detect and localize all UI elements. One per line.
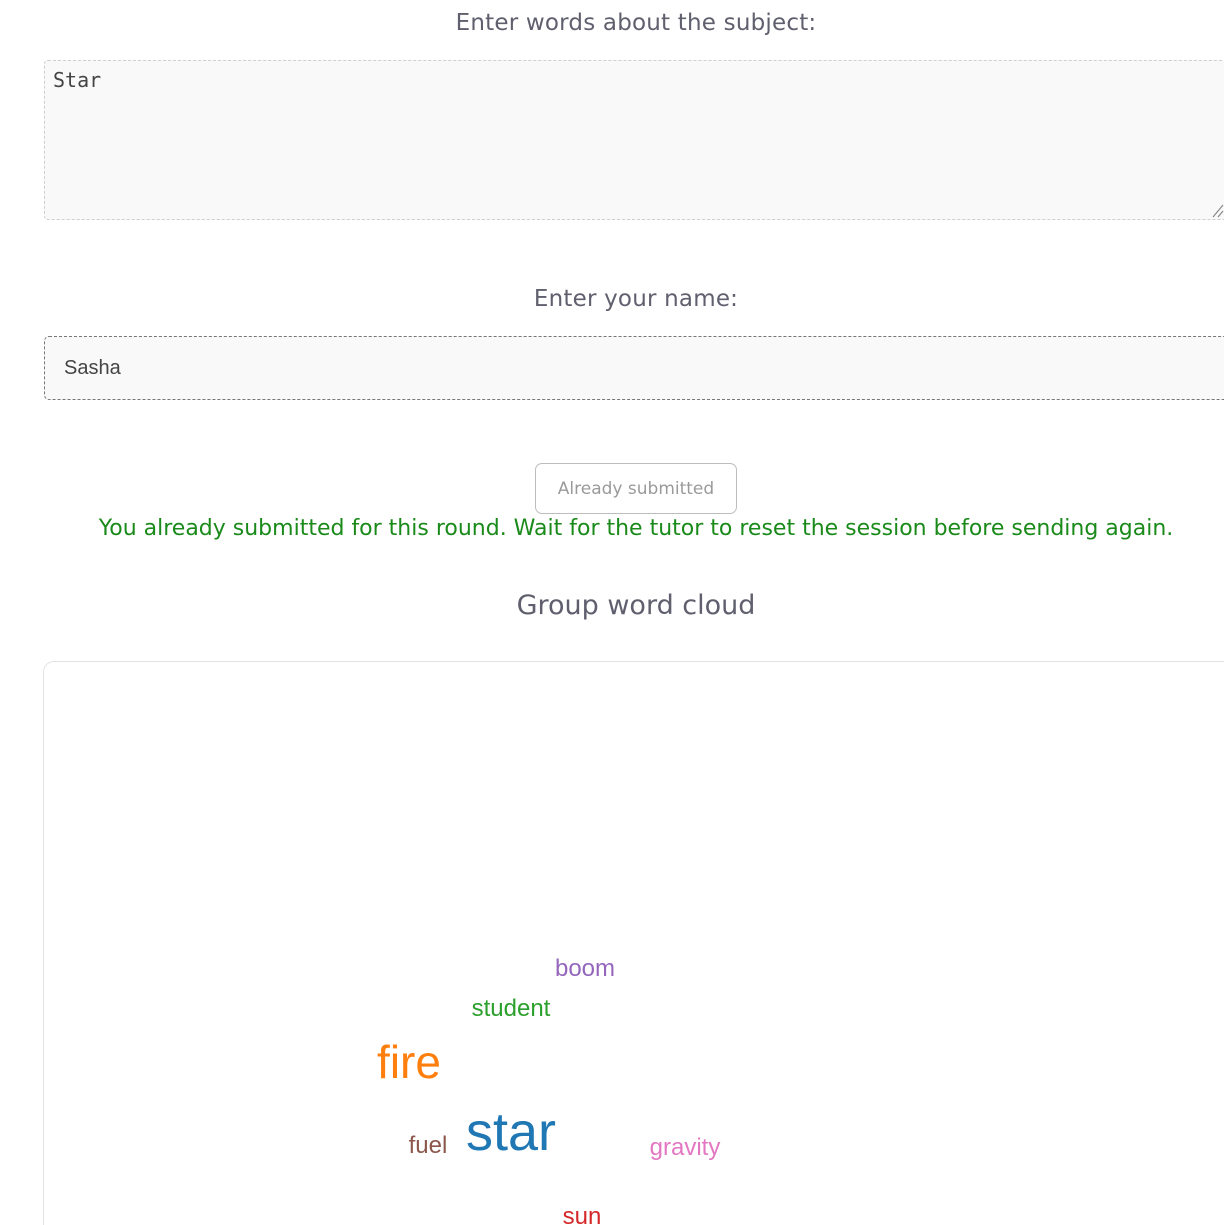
word-cloud-panel: [43, 661, 1224, 1225]
name-input[interactable]: [44, 336, 1224, 400]
word-cloud-title: Group word cloud: [516, 590, 756, 621]
resize-grip-icon[interactable]: [1210, 200, 1224, 218]
name-prompt-label: Enter your name:: [533, 286, 739, 312]
status-message: You already submitted for this round. Wa…: [98, 516, 1174, 541]
submit-button[interactable]: Already submitted: [535, 463, 737, 514]
words-textarea[interactable]: Star: [44, 60, 1224, 220]
words-prompt-label: Enter words about the subject:: [455, 10, 817, 36]
